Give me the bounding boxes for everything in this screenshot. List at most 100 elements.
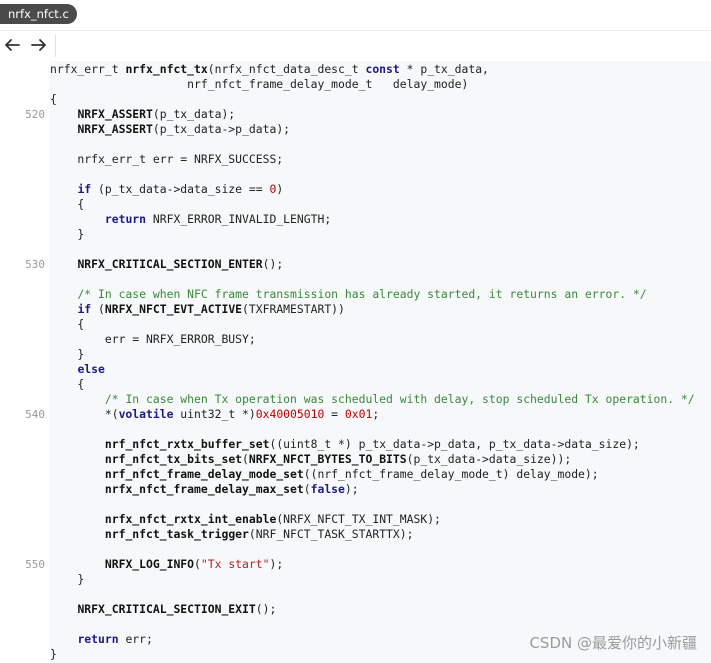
code-line: {: [50, 92, 57, 107]
code-line: }: [50, 347, 84, 362]
code-token: {: [50, 197, 85, 211]
code-token: nrfx_err_t err = NRFX_SUCCESS;: [50, 152, 284, 166]
code-token: return: [77, 632, 119, 646]
code-token: (NRFX_NFCT_TX_INT_MASK);: [276, 512, 441, 526]
code-token: nrfx_nfct_frame_delay_max_set: [104, 482, 304, 496]
code-token: }: [50, 647, 57, 661]
line-number: 540: [25, 408, 45, 421]
code-line: if (NRFX_NFCT_EVT_ACTIVE(TXFRAMESTART)): [50, 302, 345, 317]
code-token: NRFX_CRITICAL_SECTION_EXIT: [77, 602, 256, 616]
code-token: else: [77, 362, 105, 376]
code-line: nrfx_nfct_frame_delay_max_set(false);: [50, 482, 359, 497]
line-number: 520: [25, 108, 45, 121]
code-token: }: [50, 572, 85, 586]
code-line: nrf_nfct_task_trigger(NRF_NFCT_TASK_STAR…: [50, 527, 414, 542]
code-token: *(: [50, 407, 119, 421]
code-token: ();: [262, 257, 284, 271]
code-line: return err;: [50, 632, 153, 647]
code-token: NRFX_ASSERT: [77, 107, 153, 121]
code-token: {: [50, 317, 85, 331]
code-token: 0x40005010: [255, 407, 325, 421]
code-token: const: [365, 62, 400, 76]
code-line: nrfx_nfct_rxtx_int_enable(NRFX_NFCT_TX_I…: [50, 512, 441, 527]
code-token: volatile: [118, 407, 174, 421]
toolbar-divider: [55, 35, 56, 57]
code-token: ): [276, 182, 284, 196]
code-token: );: [269, 557, 284, 571]
code-token: if: [77, 302, 92, 316]
nav-toolbar: [0, 31, 711, 61]
code-token: (: [91, 302, 105, 316]
code-token: return: [104, 212, 147, 226]
code-token: (: [303, 482, 311, 496]
code-token: NRFX_LOG_INFO: [104, 557, 195, 571]
code-line: }: [50, 572, 84, 587]
code-token: uint32_t *): [173, 407, 256, 421]
code-line: nrf_nfct_frame_delay_mode_t delay_mode): [50, 77, 468, 92]
code-line: {: [50, 317, 84, 332]
code-line: NRFX_CRITICAL_SECTION_ENTER();: [50, 257, 283, 272]
code-token: 0x01: [344, 407, 373, 421]
forward-button[interactable]: [29, 35, 49, 55]
code-token: nrfx_nfct_rxtx_int_enable: [104, 512, 277, 526]
code-token: nrf_nfct_rxtx_buffer_set: [104, 437, 270, 451]
code-token: false: [310, 482, 345, 496]
code-line: return NRFX_ERROR_INVALID_LENGTH;: [50, 212, 331, 227]
line-number: 550: [25, 558, 45, 571]
code-line: NRFX_CRITICAL_SECTION_EXIT();: [50, 602, 276, 617]
code-token: (TXFRAMESTART)): [242, 302, 345, 316]
arrow-right-icon: [29, 39, 49, 59]
code-line: nrfx_err_t err = NRFX_SUCCESS;: [50, 152, 283, 167]
code-token: (NRF_NFCT_TASK_STARTTX);: [248, 527, 414, 541]
code-token: {: [50, 92, 57, 106]
code-token: /* In case when NFC frame transmission h…: [77, 287, 647, 301]
code-token: err = NRFX_ERROR_BUSY;: [50, 332, 256, 346]
line-number: 530: [25, 258, 45, 271]
code-editor[interactable]: nrfx_err_t nrfx_nfct_tx(nrfx_nfct_data_d…: [50, 61, 711, 663]
code-line: {: [50, 377, 84, 392]
code-token: nrf_nfct_task_trigger: [104, 527, 249, 541]
code-line: err = NRFX_ERROR_BUSY;: [50, 332, 256, 347]
code-line: }: [50, 647, 57, 662]
code-token: ();: [255, 602, 277, 616]
code-token: nrfx_err_t: [50, 62, 126, 76]
code-line: NRFX_LOG_INFO("Tx start");: [50, 557, 283, 572]
back-button[interactable]: [2, 35, 22, 55]
code-token: nrf_nfct_frame_delay_mode_set: [104, 467, 304, 481]
code-line: /* In case when NFC frame transmission h…: [50, 287, 647, 302]
code-line: }: [50, 227, 84, 242]
code-token: );: [344, 482, 359, 496]
code-token: {: [50, 377, 85, 391]
code-line: if (p_tx_data->data_size == 0): [50, 182, 283, 197]
code-token: NRFX_CRITICAL_SECTION_ENTER: [77, 257, 263, 271]
code-token: (p_tx_data);: [152, 107, 236, 121]
code-line: NRFX_ASSERT(p_tx_data);: [50, 107, 235, 122]
code-line: {: [50, 197, 84, 212]
code-token: ;: [372, 407, 380, 421]
code-token: }: [50, 227, 85, 241]
tab-file[interactable]: nrfx_nfct.c: [0, 4, 77, 24]
code-token: if: [77, 182, 92, 196]
watermark: CSDN @最爱你的小新疆: [529, 634, 697, 652]
code-token: (p_tx_data->data_size));: [406, 452, 572, 466]
code-token: NRFX_ERROR_INVALID_LENGTH;: [146, 212, 332, 226]
code-line: *(volatile uint32_t *)0x40005010 = 0x01;: [50, 407, 379, 422]
code-token: nrf_nfct_tx_bits_set: [104, 452, 243, 466]
arrow-left-icon: [2, 39, 22, 59]
code-token: err;: [118, 632, 153, 646]
code-line: nrf_nfct_tx_bits_set(NRFX_NFCT_BYTES_TO_…: [50, 452, 571, 467]
code-token: nrfx_nfct_tx: [125, 62, 208, 76]
code-token: ((uint8_t *) p_tx_data->p_data, p_tx_dat…: [269, 437, 640, 451]
code-token: (: [194, 557, 201, 571]
